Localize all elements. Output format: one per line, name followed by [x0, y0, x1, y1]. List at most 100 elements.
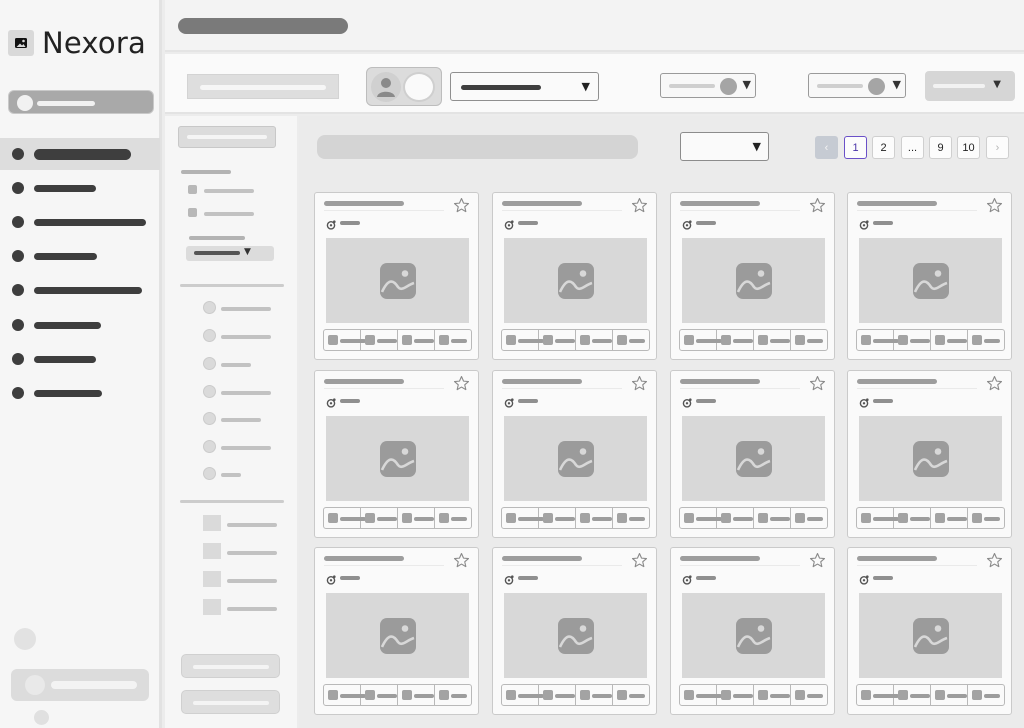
sidebar-item-8[interactable]	[0, 377, 160, 409]
filter-checkbox[interactable]	[203, 543, 221, 559]
pagination-prev-button[interactable]: ‹	[815, 136, 838, 159]
product-card[interactable]	[314, 370, 479, 538]
sidebar-item-1[interactable]	[0, 138, 160, 170]
page-header	[165, 0, 1024, 52]
star-icon[interactable]	[986, 552, 1003, 569]
select-value	[194, 251, 240, 255]
action-menu-button[interactable]: ▼	[925, 71, 1015, 101]
card-title	[680, 379, 760, 384]
spec-icon	[935, 513, 945, 523]
filter-reset-button[interactable]	[178, 126, 276, 148]
card-spec	[361, 685, 398, 705]
card-specs	[501, 684, 650, 706]
search-input[interactable]	[187, 74, 339, 99]
card-spec	[680, 508, 722, 528]
spec-icon	[972, 690, 982, 700]
card-spec	[324, 685, 366, 705]
sidebar-item-7[interactable]	[0, 343, 160, 375]
nav-label	[34, 286, 142, 294]
filter-checkbox[interactable]	[188, 208, 197, 217]
star-icon[interactable]	[631, 552, 648, 569]
search-toggle-icon	[17, 95, 33, 111]
help-icon[interactable]	[14, 628, 36, 650]
product-card[interactable]	[847, 192, 1012, 360]
star-icon[interactable]	[986, 375, 1003, 392]
spec-icon	[898, 513, 908, 523]
spec-icon	[328, 690, 338, 700]
apply-filters-button[interactable]	[181, 654, 280, 678]
nav-label	[34, 321, 101, 329]
product-card[interactable]	[847, 370, 1012, 538]
spec-icon	[506, 335, 516, 345]
star-icon[interactable]	[809, 197, 826, 214]
card-spec	[539, 685, 576, 705]
sidebar-item-4[interactable]	[0, 240, 160, 272]
card-spec	[791, 508, 827, 528]
star-icon[interactable]	[631, 375, 648, 392]
star-icon[interactable]	[809, 552, 826, 569]
refresh-icon	[682, 395, 692, 408]
star-icon[interactable]	[453, 375, 470, 392]
image-placeholder-icon	[326, 416, 469, 501]
filter-radio[interactable]	[203, 412, 216, 425]
spec-icon	[758, 335, 768, 345]
product-card[interactable]	[314, 192, 479, 360]
product-card[interactable]	[314, 547, 479, 715]
product-card[interactable]	[670, 547, 835, 715]
app-logo[interactable]: Nexora	[8, 26, 146, 60]
card-specs	[323, 684, 472, 706]
sidebar-item-2[interactable]	[0, 172, 160, 204]
category-select[interactable]: ▼	[450, 72, 599, 101]
star-icon[interactable]	[631, 197, 648, 214]
pagination-page-2[interactable]: 2	[872, 136, 895, 159]
card-subtitle	[518, 221, 538, 225]
filter-radio[interactable]	[203, 440, 216, 453]
sidebar-item-5[interactable]	[0, 274, 160, 306]
spec-icon	[328, 335, 338, 345]
caret-down-icon: ▼	[244, 247, 251, 257]
view-toggle[interactable]	[366, 67, 442, 106]
search-placeholder	[200, 85, 326, 90]
filter-checkbox[interactable]	[203, 599, 221, 615]
filter-checkbox[interactable]	[203, 571, 221, 587]
settings-icon[interactable]	[34, 710, 49, 725]
card-title	[857, 556, 937, 561]
filter-checkbox[interactable]	[203, 515, 221, 531]
filter-radio[interactable]	[203, 357, 216, 370]
pagination-page-10[interactable]: 10	[957, 136, 980, 159]
star-icon[interactable]	[809, 375, 826, 392]
filter-checkbox[interactable]	[188, 185, 197, 194]
assignee-select[interactable]: ▼	[660, 73, 756, 98]
user-profile-button[interactable]	[11, 669, 149, 701]
sort-select[interactable]: ▼	[680, 132, 769, 161]
clear-filters-button[interactable]	[181, 690, 280, 714]
page-title	[178, 18, 348, 34]
product-card[interactable]	[847, 547, 1012, 715]
pagination-next-button[interactable]: ›	[986, 136, 1009, 159]
sidebar-item-3[interactable]	[0, 206, 160, 238]
spec-value	[947, 517, 967, 521]
product-card[interactable]	[670, 370, 835, 538]
filter-radio[interactable]	[203, 329, 216, 342]
pagination-page-9[interactable]: 9	[929, 136, 952, 159]
product-card[interactable]	[492, 192, 657, 360]
owner-select[interactable]: ▼	[808, 73, 906, 98]
filter-radio[interactable]	[203, 467, 216, 480]
pagination-page-1[interactable]: 1	[844, 136, 867, 159]
filter-select[interactable]: ▼	[186, 246, 274, 261]
sidebar-search[interactable]	[8, 90, 154, 114]
filter-option-label	[204, 212, 254, 216]
star-icon[interactable]	[986, 197, 1003, 214]
filter-option-label	[221, 473, 241, 477]
filter-radio[interactable]	[203, 385, 216, 398]
product-card[interactable]	[492, 547, 657, 715]
filter-radio[interactable]	[203, 301, 216, 314]
filter-option-label	[221, 307, 271, 311]
product-card[interactable]	[492, 370, 657, 538]
star-icon[interactable]	[453, 552, 470, 569]
sidebar-item-6[interactable]	[0, 309, 160, 341]
product-card[interactable]	[670, 192, 835, 360]
star-icon[interactable]	[453, 197, 470, 214]
spec-icon	[972, 513, 982, 523]
spec-icon	[861, 513, 871, 523]
